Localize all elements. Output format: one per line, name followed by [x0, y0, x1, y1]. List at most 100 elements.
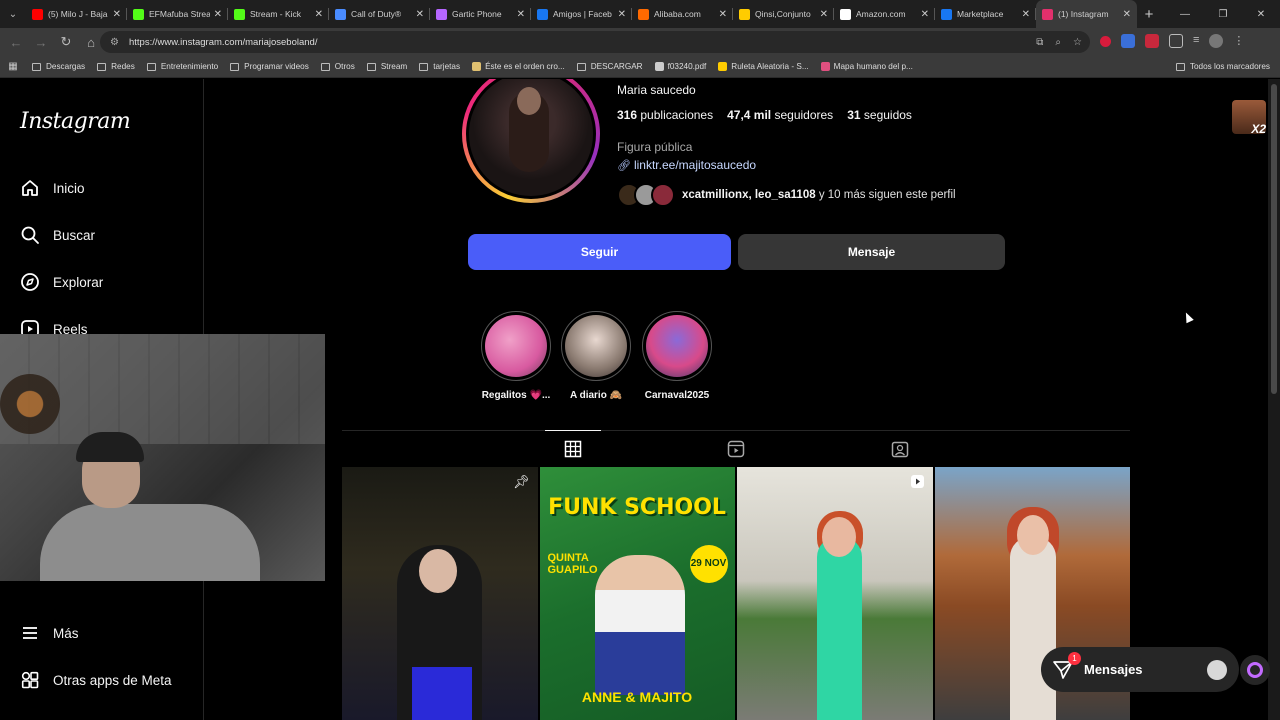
close-window-icon[interactable]: ✕ [1242, 0, 1280, 28]
new-tab-button[interactable]: + [1137, 6, 1161, 23]
all-bookmarks[interactable]: Todos los marcadores [1175, 62, 1270, 71]
media-control-icon[interactable]: ≡ [1193, 34, 1199, 48]
tab-tagged[interactable] [872, 431, 928, 467]
sidebar-item-mas[interactable]: Más [20, 623, 79, 643]
profile-avatar-photo [469, 79, 593, 196]
extension-red-icon[interactable] [1100, 36, 1111, 47]
tab-close-icon[interactable]: ✕ [921, 9, 929, 20]
tab-close-icon[interactable]: ✕ [315, 9, 323, 20]
browser-tab[interactable]: Call of Duty® ✕ [329, 0, 430, 28]
post-tile[interactable]: 📌︎ [342, 467, 538, 720]
profile-avatar[interactable] [462, 79, 600, 203]
bookmark-item[interactable]: Redes [97, 62, 135, 71]
messages-bar[interactable]: 1 Mensajes [1041, 647, 1239, 692]
page-scrollbar[interactable] [1268, 79, 1280, 720]
bookmark-item[interactable]: Programar videos [230, 62, 309, 71]
post-figure [817, 537, 862, 720]
home-icon [20, 178, 40, 198]
bookmark-item[interactable]: Entretenimiento [146, 62, 218, 71]
highlight-ring [561, 311, 631, 381]
post-tile[interactable]: FUNK SCHOOL QUINTA GUAPILO 29 NOV ANNE &… [539, 467, 735, 720]
story-highlight[interactable]: Carnaval2025 [637, 311, 717, 401]
tab-close-icon[interactable]: ✕ [1123, 9, 1131, 20]
bookmark-star-icon[interactable]: ☆ [1073, 37, 1082, 48]
folder-icon [419, 62, 429, 71]
bookmark-label: tarjetas [433, 62, 461, 71]
follow-button[interactable]: Seguir [468, 234, 731, 270]
tab-close-icon[interactable]: ✕ [517, 9, 525, 20]
extensions-puzzle-icon[interactable] [1169, 34, 1183, 48]
bookmark-item[interactable]: tarjetas [419, 62, 460, 71]
browser-tab[interactable]: Amigos | Faceb ✕ [531, 0, 632, 28]
following-stat[interactable]: 31 seguidos [847, 108, 912, 122]
minimize-icon[interactable]: — [1166, 0, 1204, 28]
reload-icon[interactable]: ↻ [54, 30, 78, 54]
restore-icon[interactable]: ❐ [1204, 0, 1242, 28]
bookmark-item[interactable]: f03240.pdf [654, 62, 706, 71]
tab-close-icon[interactable]: ✕ [719, 9, 727, 20]
browser-tab[interactable]: Gartic Phone ✕ [430, 0, 531, 28]
sidebar-item-explorar[interactable]: Explorar [20, 272, 103, 292]
tab-close-icon[interactable]: ✕ [1022, 9, 1030, 20]
tab-close-icon[interactable]: ✕ [820, 9, 828, 20]
followed-by[interactable]: xcatmillionx, leo_sa1108 y 10 más siguen… [617, 183, 956, 207]
browser-tab-bar: ⌄ (5) Milo J - Baja✕EFMafuba Stream✕Stre… [0, 0, 1280, 28]
post-tile[interactable] [737, 467, 933, 720]
story-highlight[interactable]: A diario 🙈 [556, 311, 636, 401]
bookmark-item[interactable]: Descargas [32, 62, 85, 71]
more-menu-icon[interactable]: ⋮ [1233, 34, 1244, 48]
profile-icon[interactable] [1209, 34, 1224, 48]
instagram-logo[interactable]: Instagram [20, 109, 131, 134]
browser-tab[interactable]: (1) Instagram ✕ [1036, 0, 1137, 28]
bookmark-item[interactable]: Stream [366, 62, 408, 71]
profile-link[interactable]: 🔗︎ linktr.ee/majitosaucedo [617, 158, 756, 172]
followers-stat[interactable]: 47,4 mil seguidores [727, 108, 833, 122]
folder-icon [576, 62, 586, 71]
message-button[interactable]: Mensaje [738, 234, 1005, 270]
browser-tab[interactable]: Amazon.com ✕ [834, 0, 935, 28]
followed-by-avatars [617, 183, 675, 207]
bookmark-item[interactable]: Otros [320, 62, 355, 71]
scrollbar-thumb[interactable] [1271, 84, 1277, 394]
bookmark-label: Redes [111, 62, 135, 71]
site-info-icon[interactable]: ⚙ [110, 37, 119, 48]
post-names: ANNE & MAJITO [581, 689, 693, 705]
tab-favicon-icon [335, 8, 346, 20]
apps-icon [20, 670, 40, 690]
back-icon[interactable]: ← [4, 30, 28, 54]
bookmark-favicon-icon [718, 62, 728, 71]
meta-ai-button[interactable] [1240, 655, 1270, 685]
browser-tab[interactable]: Qinsi,Conjunto ✕ [733, 0, 834, 28]
bookmark-item[interactable]: Ruleta Aleatoria - S... [718, 62, 809, 71]
tab-reels[interactable] [708, 431, 764, 467]
forward-icon[interactable]: → [29, 30, 53, 54]
tab-posts[interactable] [545, 430, 601, 466]
browser-tab[interactable]: Alibaba.com ✕ [632, 0, 733, 28]
bookmark-label: Stream [380, 62, 408, 71]
extension-m-icon[interactable] [1145, 34, 1159, 48]
bookmark-item[interactable]: Éste es el orden cro... [472, 62, 565, 71]
tab-close-icon[interactable]: ✕ [618, 9, 626, 20]
bookmark-item[interactable]: Mapa humano del p... [820, 62, 913, 71]
apps-grid-icon[interactable]: ▦ [0, 61, 26, 72]
tab-close-icon[interactable]: ✕ [416, 9, 424, 20]
tab-close-icon[interactable]: ✕ [214, 9, 222, 20]
tab-label: (1) Instagram [1058, 9, 1109, 19]
sidebar-item-otras-apps[interactable]: Otras apps de Meta [20, 670, 172, 690]
browser-tab[interactable]: EFMafuba Stream ✕ [127, 0, 228, 28]
browser-tab[interactable]: Marketplace ✕ [935, 0, 1036, 28]
install-icon[interactable]: ⧉ [1036, 37, 1043, 48]
story-highlight[interactable]: Regalitos 💗... [476, 311, 556, 401]
url-field[interactable]: ⚙ https://www.instagram.com/mariajosebol… [100, 31, 1090, 53]
folder-icon [32, 62, 41, 71]
browser-tab[interactable]: (5) Milo J - Baja ✕ [26, 0, 127, 28]
sidebar-item-buscar[interactable]: Buscar [20, 225, 95, 245]
bookmark-item[interactable]: DESCARGAR [576, 62, 643, 71]
browser-tab[interactable]: Stream - Kick ✕ [228, 0, 329, 28]
link-icon: 🔗︎ [617, 159, 631, 172]
sidebar-item-inicio[interactable]: Inicio [20, 178, 85, 198]
translate-icon[interactable] [1121, 34, 1135, 48]
tab-search-icon[interactable]: ⌄ [0, 0, 26, 28]
zoom-icon[interactable]: ⌕ [1055, 37, 1061, 48]
tab-close-icon[interactable]: ✕ [113, 9, 121, 20]
